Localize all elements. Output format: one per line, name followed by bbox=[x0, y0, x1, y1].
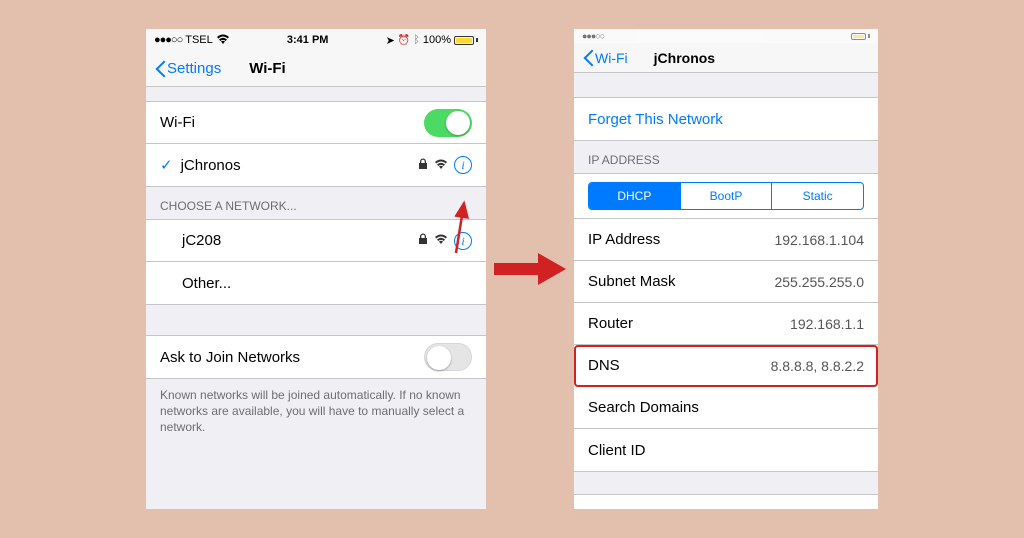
forget-label: Forget This Network bbox=[588, 111, 864, 128]
transition-arrow-icon bbox=[490, 249, 570, 289]
ip-address-header: IP ADDRESS bbox=[574, 141, 878, 173]
search-domains-label: Search Domains bbox=[588, 399, 864, 416]
subnet-mask-row: Subnet Mask 255.255.255.0 bbox=[574, 261, 878, 303]
back-label: Settings bbox=[167, 60, 221, 77]
network-name: jC208 bbox=[182, 232, 418, 249]
router-value: 192.168.1.1 bbox=[790, 316, 864, 332]
ip-mode-segmented: DHCP BootP Static bbox=[574, 174, 878, 219]
ip-address-value: 192.168.1.104 bbox=[774, 232, 864, 248]
forget-network-button[interactable]: Forget This Network bbox=[574, 98, 878, 140]
info-icon[interactable]: i bbox=[454, 232, 472, 250]
connected-network-row[interactable]: ✓ jChronos i bbox=[146, 144, 486, 186]
ip-address-row: IP Address 192.168.1.104 bbox=[574, 219, 878, 261]
renew-lease-button[interactable]: Renew Lease bbox=[574, 495, 878, 509]
lock-icon bbox=[418, 232, 428, 249]
status-bar: ●●●○○ bbox=[574, 29, 878, 43]
chevron-left-icon bbox=[154, 60, 165, 78]
status-bar: ●●●○○ TSEL 3:41 PM ➤ ⏰ ᛒ 100% bbox=[146, 29, 486, 51]
checkmark-icon: ✓ bbox=[160, 156, 173, 174]
other-label: Other... bbox=[182, 275, 472, 292]
seg-static[interactable]: Static bbox=[772, 183, 863, 209]
back-button[interactable]: Settings bbox=[154, 60, 221, 78]
nav-bar: Wi-Fi jChronos bbox=[574, 43, 878, 73]
carrier-label: TSEL bbox=[185, 34, 213, 46]
battery-icon bbox=[454, 36, 478, 45]
subnet-mask-value: 255.255.255.0 bbox=[774, 274, 864, 290]
renew-lease-label: Renew Lease bbox=[588, 508, 864, 510]
network-detail-screen: ●●●○○ Wi-Fi jChronos Forget This Network… bbox=[574, 29, 878, 509]
clock-label: 3:41 PM bbox=[287, 34, 329, 46]
bluetooth-icon: ᛒ bbox=[413, 34, 420, 46]
network-row[interactable]: jC208 i bbox=[146, 220, 486, 262]
location-icon: ➤ bbox=[386, 34, 395, 47]
page-title: Wi-Fi bbox=[249, 60, 286, 77]
other-network-row[interactable]: Other... bbox=[146, 262, 486, 304]
signal-dots-icon: ●●●○○ bbox=[154, 34, 182, 46]
alarm-icon: ⏰ bbox=[398, 35, 410, 46]
dns-row[interactable]: DNS 8.8.8.8, 8.8.2.2 bbox=[574, 345, 878, 387]
search-domains-row[interactable]: Search Domains bbox=[574, 387, 878, 429]
wifi-strength-icon bbox=[434, 232, 448, 249]
seg-bootp[interactable]: BootP bbox=[681, 183, 773, 209]
battery-percent-label: 100% bbox=[423, 34, 451, 46]
wifi-toggle-label: Wi-Fi bbox=[160, 114, 424, 131]
router-row: Router 192.168.1.1 bbox=[574, 303, 878, 345]
battery-icon bbox=[851, 33, 870, 40]
wifi-strength-icon bbox=[434, 157, 448, 174]
lock-icon bbox=[418, 157, 428, 174]
ip-address-label: IP Address bbox=[588, 231, 774, 248]
info-icon[interactable]: i bbox=[454, 156, 472, 174]
signal-dots-icon: ●●●○○ bbox=[582, 31, 604, 41]
ask-to-join-label: Ask to Join Networks bbox=[160, 349, 424, 366]
wifi-toggle-row: Wi-Fi bbox=[146, 102, 486, 144]
ask-footer-text: Known networks will be joined automatica… bbox=[146, 379, 486, 444]
ask-to-join-row: Ask to Join Networks bbox=[146, 336, 486, 378]
connected-network-name: jChronos bbox=[181, 157, 418, 174]
dns-label: DNS bbox=[588, 357, 771, 374]
router-label: Router bbox=[588, 315, 790, 332]
wifi-settings-screen: ●●●○○ TSEL 3:41 PM ➤ ⏰ ᛒ 100% Settings W… bbox=[146, 29, 486, 509]
back-button[interactable]: Wi-Fi bbox=[582, 49, 628, 67]
wifi-icon bbox=[216, 33, 230, 48]
wifi-toggle[interactable] bbox=[424, 109, 472, 137]
chevron-left-icon bbox=[582, 49, 593, 67]
subnet-mask-label: Subnet Mask bbox=[588, 273, 774, 290]
ask-to-join-toggle[interactable] bbox=[424, 343, 472, 371]
seg-dhcp[interactable]: DHCP bbox=[589, 183, 681, 209]
client-id-label: Client ID bbox=[588, 442, 864, 459]
page-title: jChronos bbox=[654, 50, 715, 66]
nav-bar: Settings Wi-Fi bbox=[146, 51, 486, 87]
dns-value: 8.8.8.8, 8.8.2.2 bbox=[771, 358, 864, 374]
client-id-row[interactable]: Client ID bbox=[574, 429, 878, 471]
choose-network-header: CHOOSE A NETWORK... bbox=[146, 187, 486, 219]
